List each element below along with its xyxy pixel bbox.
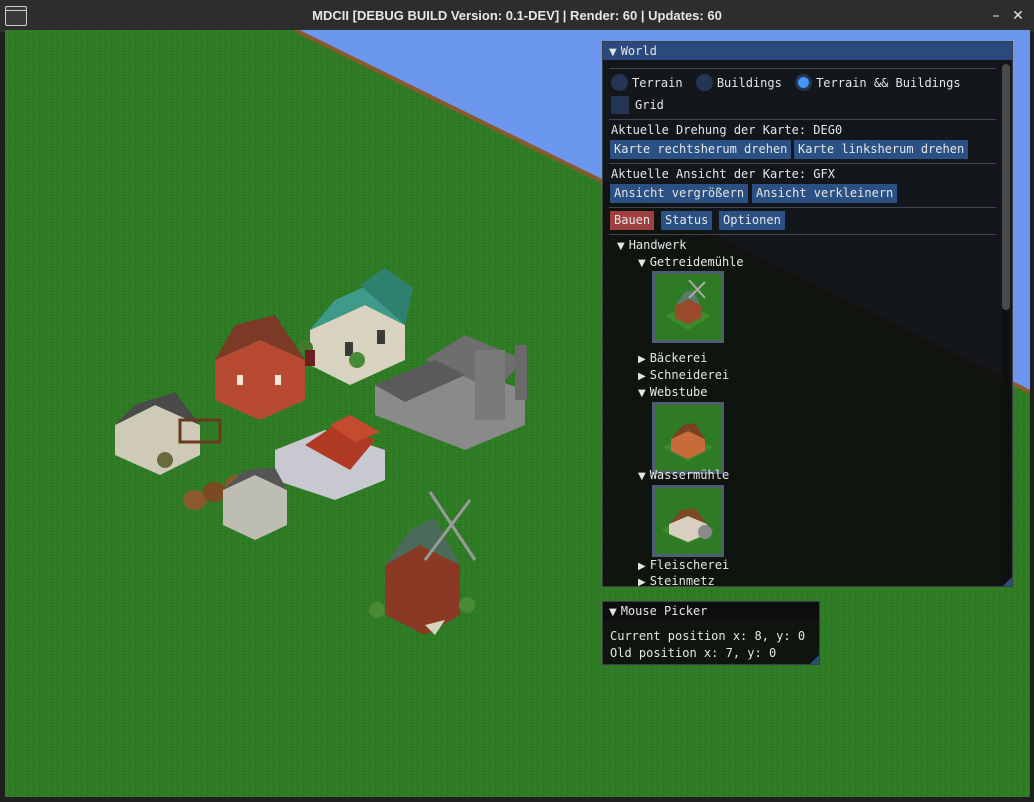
- tree-node-baeckerei-label: Bäckerei: [649, 351, 708, 365]
- world-panel-title: World: [620, 44, 657, 58]
- collapsed-triangle-icon: ▶: [638, 371, 646, 382]
- resize-grip-icon[interactable]: [1003, 577, 1012, 586]
- tree-node-schneiderei-label: Schneiderei: [649, 368, 730, 382]
- mouse-picker-title: Mouse Picker: [620, 604, 708, 618]
- expanded-triangle-icon: ▼: [638, 471, 646, 482]
- collapsed-triangle-icon: ▶: [638, 577, 646, 588]
- expanded-triangle-icon: ▼: [617, 241, 625, 252]
- tree-node-baeckerei[interactable]: ▶ Bäckerei: [638, 350, 708, 366]
- radio-terrain[interactable]: Terrain: [611, 74, 683, 91]
- view-mode-radio-group: Terrain Buildings Terrain && Buildings: [611, 74, 961, 92]
- world-panel-scrollbar[interactable]: [1002, 64, 1010, 584]
- title-bar[interactable]: MDCII [DEBUG BUILD Version: 0.1-DEV] | R…: [0, 0, 1034, 32]
- rotation-status-text: Aktuelle Drehung der Karte: DEG0: [611, 123, 843, 137]
- minimize-icon[interactable]: –: [986, 6, 1006, 26]
- rotate-left-button[interactable]: Karte linksherum drehen: [794, 140, 969, 159]
- close-icon[interactable]: ✕: [1008, 6, 1028, 26]
- radio-buildings-label: Buildings: [716, 76, 782, 90]
- radio-terrain-buildings[interactable]: Terrain && Buildings: [795, 74, 961, 91]
- radio-buildings-icon[interactable]: [695, 74, 713, 91]
- collapse-triangle-icon[interactable]: ▼: [609, 604, 617, 622]
- old-position-text: Old position x: 7, y: 0: [610, 646, 777, 660]
- tree-node-fleischerei-label: Fleischerei: [649, 558, 730, 572]
- tree-node-handwerk[interactable]: ▼ Handwerk: [617, 237, 687, 253]
- weaver-building-icon[interactable]: [652, 402, 724, 474]
- scrollbar-thumb[interactable]: [1002, 64, 1010, 310]
- world-panel[interactable]: ▼ World Terrain Buildings Terrain && Buil…: [602, 41, 1013, 589]
- radio-terrain-label: Terrain: [632, 76, 683, 90]
- tree-node-webstube[interactable]: ▼ Webstube: [638, 384, 708, 400]
- tree-node-schneiderei[interactable]: ▶ Schneiderei: [638, 367, 729, 383]
- zoom-in-button[interactable]: Ansicht vergrößern: [610, 184, 749, 203]
- radio-buildings[interactable]: Buildings: [695, 74, 782, 91]
- expanded-triangle-icon: ▼: [638, 388, 646, 399]
- tree-node-fleischerei[interactable]: ▶ Fleischerei: [638, 557, 729, 573]
- tree-node-handwerk-label: Handwerk: [628, 238, 687, 252]
- resize-grip-icon[interactable]: [810, 655, 819, 664]
- tab-bauen[interactable]: Bauen: [610, 211, 655, 230]
- world-panel-header[interactable]: ▼ World: [603, 42, 1012, 60]
- grid-checkbox-box[interactable]: [611, 95, 629, 114]
- zoom-out-button[interactable]: Ansicht verkleinern: [752, 184, 898, 203]
- game-map-viewport[interactable]: ▼ World Terrain Buildings Terrain && Buil…: [5, 30, 1030, 797]
- collapse-triangle-icon[interactable]: ▼: [609, 44, 617, 62]
- current-position-text: Current position x: 8, y: 0: [610, 629, 806, 643]
- mouse-picker-header[interactable]: ▼ Mouse Picker: [603, 602, 819, 620]
- windmill-building-icon[interactable]: [652, 271, 724, 343]
- tree-node-steinmetz[interactable]: ▶ Steinmetz: [638, 573, 715, 589]
- app-window: MDCII [DEBUG BUILD Version: 0.1-DEV] | R…: [0, 0, 1034, 802]
- grid-checkbox-label: Grid: [635, 98, 664, 112]
- expanded-triangle-icon: ▼: [638, 258, 646, 269]
- tab-optionen[interactable]: Optionen: [719, 211, 785, 230]
- mouse-picker-panel[interactable]: ▼ Mouse Picker Current position x: 8, y: …: [602, 601, 820, 665]
- radio-terrain-icon[interactable]: [611, 74, 628, 91]
- radio-terrain-buildings-icon[interactable]: [795, 74, 813, 91]
- tree-node-webstube-label: Webstube: [649, 385, 708, 399]
- tab-status[interactable]: Status: [661, 211, 713, 230]
- zoom-status-text: Aktuelle Ansicht der Karte: GFX: [611, 167, 835, 181]
- rotate-right-button[interactable]: Karte rechtsherum drehen: [610, 140, 792, 159]
- grid-checkbox[interactable]: Grid: [611, 95, 664, 114]
- window-title: MDCII [DEBUG BUILD Version: 0.1-DEV] | R…: [312, 8, 722, 23]
- tree-node-steinmetz-label: Steinmetz: [649, 574, 715, 588]
- watermill-building-icon[interactable]: [652, 485, 724, 557]
- collapsed-triangle-icon: ▶: [638, 354, 646, 365]
- tree-node-wassermuehle-label: Wassermühle: [649, 468, 730, 482]
- tree-node-getreidemuehle-label: Getreidemühle: [649, 255, 744, 269]
- tree-node-getreidemuehle[interactable]: ▼ Getreidemühle: [638, 254, 744, 270]
- tree-node-wassermuehle[interactable]: ▼ Wassermühle: [638, 467, 729, 483]
- radio-terrain-buildings-label: Terrain && Buildings: [816, 76, 961, 90]
